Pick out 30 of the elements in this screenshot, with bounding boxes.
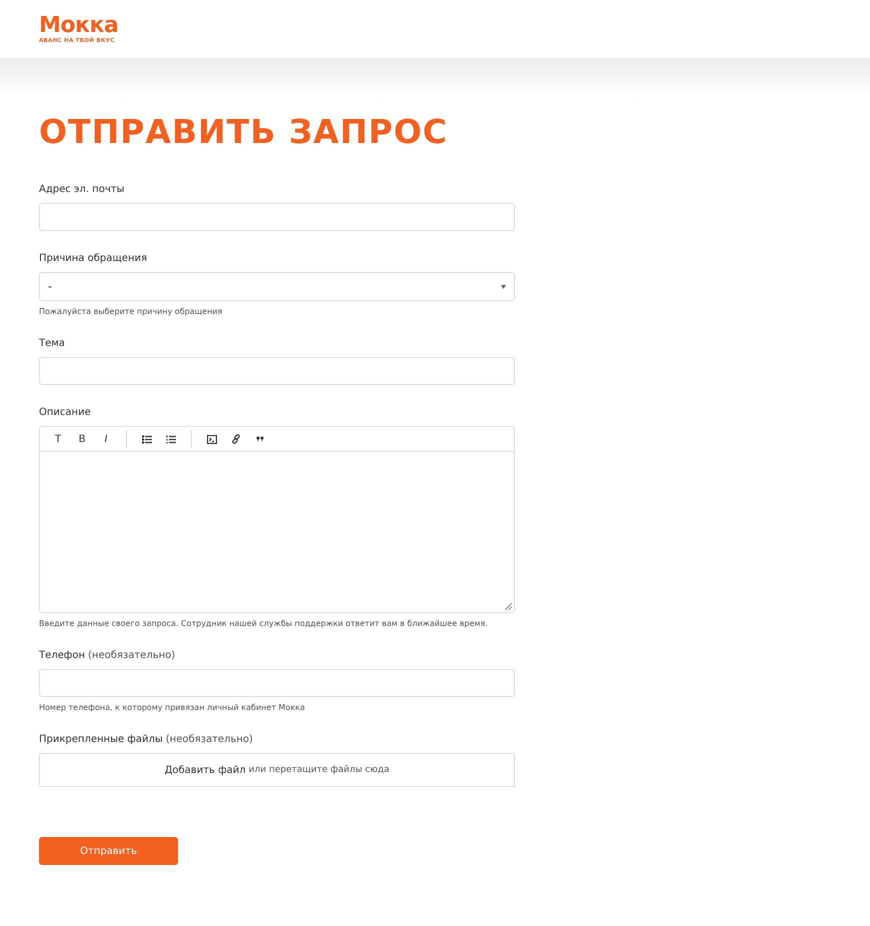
quote-icon: [256, 436, 264, 442]
file-drop-zone[interactable]: Добавить файл или перетащите файлы сюда: [39, 753, 515, 787]
bold-button[interactable]: B: [72, 429, 92, 449]
text-field[interactable]: [39, 669, 515, 697]
resize-handle-icon[interactable]: [505, 603, 512, 610]
field-label: Тема: [39, 338, 65, 349]
optional-note: (необязательно): [166, 734, 253, 745]
link-icon: [231, 434, 241, 444]
caret-icon: [501, 284, 506, 288]
text-style-button[interactable]: T: [48, 429, 68, 449]
numbered-list-icon: [166, 434, 176, 444]
italic-button[interactable]: I: [96, 429, 116, 449]
text-field[interactable]: [39, 357, 515, 385]
field-label: Описание: [39, 407, 91, 418]
field-hint: Номер телефона, к которому привязан личный кабинет Мокка: [39, 703, 306, 712]
field-hint: Введите данные своего запроса. Сотрудник нашей службы поддержки ответит вам в ближайшее время.: [39, 619, 489, 628]
field-label: Причина обращения: [39, 253, 148, 264]
bulleted-list-icon: [142, 434, 152, 444]
add-file-link[interactable]: Добавить файл: [164, 764, 246, 776]
field-label: Прикрепленные файлы: [39, 734, 163, 745]
description-field[interactable]: T B I: [39, 426, 515, 613]
select-field[interactable]: -: [39, 272, 515, 301]
page-title: ОТПРАВИТЬ ЗАПРОС: [39, 112, 449, 152]
drop-zone-text: или перетащите файлы сюда: [248, 765, 390, 775]
field-label: Телефон: [39, 650, 86, 661]
text-field[interactable]: [39, 203, 515, 231]
field-hint: Пожалуйста выберите причину обращения: [39, 307, 224, 316]
terminal-icon: [207, 434, 217, 444]
optional-note: (необязательно): [88, 650, 176, 661]
field-label: Адрес эл. почты: [39, 184, 124, 195]
